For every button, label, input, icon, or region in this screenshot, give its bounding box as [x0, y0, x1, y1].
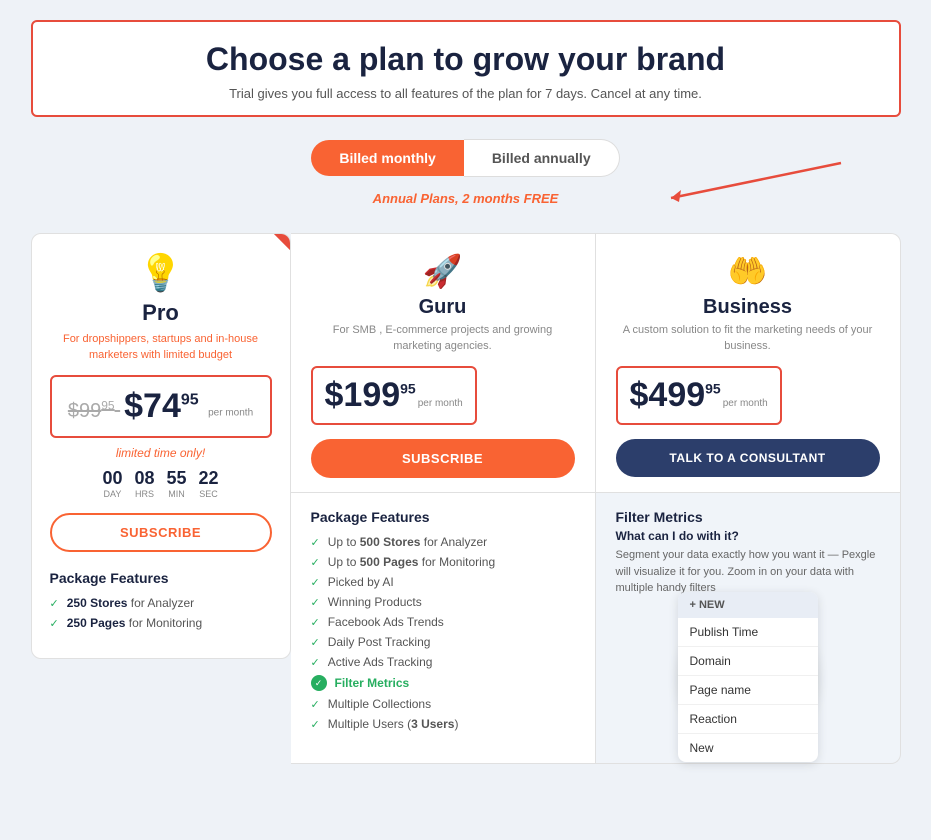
guru-plan-header: 🚀 Guru For SMB , E-commerce projects and… — [291, 233, 596, 492]
dropdown-item-1: Publish Time — [678, 618, 818, 647]
guru-price-box: $19995 per month — [311, 366, 477, 425]
guru-business-header-row: 🚀 Guru For SMB , E-commerce projects and… — [291, 233, 901, 492]
filter-metrics-question: What can I do with it? — [616, 529, 880, 543]
pro-current-price: $7495 — [124, 387, 208, 425]
guru-plan-name: Guru — [311, 296, 575, 319]
check-icon: ✓ — [311, 656, 320, 669]
pro-original-price: $9995 — [68, 400, 120, 422]
business-icon: 🤲 — [616, 252, 880, 290]
header-box: Choose a plan to grow your brand Trial g… — [31, 20, 901, 117]
guru-feature-3: ✓ Picked by AI — [311, 575, 575, 589]
annual-promo-area: Annual Plans, 2 months FREE — [20, 183, 911, 219]
pro-features-title: Package Features — [50, 570, 272, 586]
billed-monthly-button[interactable]: Billed monthly — [311, 140, 463, 176]
filter-metrics-title: Filter Metrics — [616, 509, 880, 525]
pro-price-box: $9995 $7495 per month — [50, 375, 272, 438]
limited-time-label: limited time only! — [50, 446, 272, 460]
countdown-min: 55 MIN — [167, 468, 187, 499]
guru-subscribe-button[interactable]: SUBSCRIBE — [311, 439, 575, 478]
business-price: $49995 — [630, 376, 721, 415]
annual-promo-label: Annual Plans, 2 months FREE — [373, 191, 559, 206]
save-badge-text: SAVE 25% — [251, 234, 289, 236]
business-plan-name: Business — [616, 296, 880, 319]
dropdown-item-4: Reaction — [678, 705, 818, 734]
pro-subscribe-button[interactable]: SUBSCRIBE — [50, 513, 272, 552]
pro-feature-1: ✓ 250 Stores for Analyzer — [50, 596, 272, 610]
guru-feature-5: ✓ Facebook Ads Trends — [311, 615, 575, 629]
countdown-day: 00 DAY — [102, 468, 122, 499]
check-icon: ✓ — [311, 596, 320, 609]
check-icon: ✓ — [311, 718, 320, 731]
check-icon: ✓ — [311, 698, 320, 711]
billed-annually-button[interactable]: Billed annually — [464, 139, 620, 177]
page-subtitle: Trial gives you full access to all featu… — [63, 86, 869, 101]
business-per-month: per month — [723, 398, 768, 409]
dropdown-item-3: Page name — [678, 676, 818, 705]
guru-feature-9: ✓ Multiple Users (3 Users) — [311, 717, 575, 731]
filter-metrics-visual: + NEW Publish Time Domain Page name Reac… — [616, 607, 880, 747]
guru-feature-4: ✓ Winning Products — [311, 595, 575, 609]
guru-per-month: per month — [418, 398, 463, 409]
filter-metrics-desc: Segment your data exactly how you want i… — [616, 547, 880, 597]
dropdown-item-2: Domain — [678, 647, 818, 676]
check-icon: ✓ — [50, 597, 59, 610]
countdown-hrs: 08 HRS — [134, 468, 154, 499]
pro-plan-desc: For dropshippers, startups and in-house … — [50, 332, 272, 363]
check-icon: ✓ — [311, 636, 320, 649]
check-icon: ✓ — [50, 617, 59, 630]
pro-per-month: per month — [208, 407, 253, 418]
guru-business-features-row: Package Features ✓ Up to 500 Stores for … — [291, 492, 901, 764]
dropdown-header: + NEW — [678, 592, 818, 618]
check-icon: ✓ — [311, 576, 320, 589]
business-plan-header: 🤲 Business A custom solution to fit the … — [596, 233, 901, 492]
pro-feature-2: ✓ 250 Pages for Monitoring — [50, 616, 272, 630]
business-plan-desc: A custom solution to fit the marketing n… — [616, 323, 880, 354]
business-filter-metrics-section: Filter Metrics What can I do with it? Se… — [596, 492, 901, 764]
countdown-timer: 00 DAY 08 HRS 55 MIN 22 SEC — [50, 468, 272, 499]
dropdown-mock: + NEW Publish Time Domain Page name Reac… — [678, 592, 818, 762]
guru-feature-2: ✓ Up to 500 Pages for Monitoring — [311, 555, 575, 569]
guru-plan-desc: For SMB , E-commerce projects and growin… — [311, 323, 575, 354]
guru-features-title: Package Features — [311, 509, 575, 525]
guru-feature-1: ✓ Up to 500 Stores for Analyzer — [311, 535, 575, 549]
check-icon: ✓ — [311, 556, 320, 569]
guru-price: $19995 — [325, 376, 416, 415]
business-price-box: $49995 per month — [616, 366, 782, 425]
guru-feature-7: ✓ Active Ads Tracking — [311, 655, 575, 669]
guru-feature-6: ✓ Daily Post Tracking — [311, 635, 575, 649]
check-green-icon: ✓ — [311, 675, 327, 691]
page-title: Choose a plan to grow your brand — [63, 40, 869, 78]
red-arrow-icon — [661, 158, 881, 208]
pro-plan-card: SAVE 25% 💡 Pro For dropshippers, startup… — [31, 233, 291, 659]
guru-feature-8: ✓ Multiple Collections — [311, 697, 575, 711]
guru-feature-filter-metrics: ✓ Filter Metrics — [311, 675, 575, 691]
circle-backdrop: + NEW Publish Time Domain Page name Reac… — [678, 607, 818, 747]
dropdown-item-5: New — [678, 734, 818, 762]
guru-features-section: Package Features ✓ Up to 500 Stores for … — [291, 492, 596, 764]
right-plans-column: 🚀 Guru For SMB , E-commerce projects and… — [291, 233, 901, 763]
guru-icon: 🚀 — [311, 252, 575, 290]
check-icon: ✓ — [311, 536, 320, 549]
consultant-button[interactable]: TALK TO A CONSULTANT — [616, 439, 880, 477]
plans-container: SAVE 25% 💡 Pro For dropshippers, startup… — [31, 233, 901, 763]
countdown-sec: 22 SEC — [199, 468, 219, 499]
save-badge: SAVE 25% — [220, 234, 290, 304]
check-icon: ✓ — [311, 616, 320, 629]
